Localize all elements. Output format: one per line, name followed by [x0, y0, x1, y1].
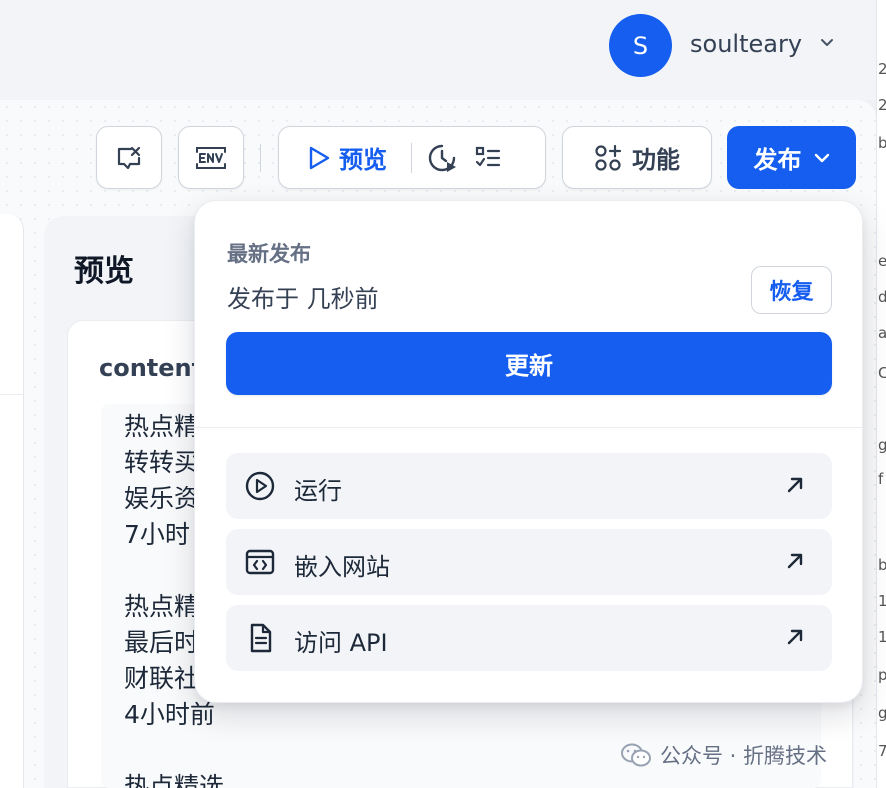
left-panel — [0, 214, 24, 788]
edge-char: p — [878, 666, 886, 684]
features-label: 功能 — [632, 146, 680, 174]
publish-button[interactable]: 发布 — [727, 126, 856, 189]
publish-dropdown: 最新发布 发布于 几秒前 恢复 更新 运行 嵌入网站 访问 API — [194, 200, 863, 703]
edge-char: e — [878, 252, 886, 270]
content-label: content — [99, 354, 204, 382]
features-button[interactable]: 功能 — [562, 126, 712, 189]
play-icon[interactable] — [307, 145, 331, 171]
edge-char: 2 — [878, 96, 886, 114]
preview-button-group: 预览 — [278, 126, 546, 189]
edge-char: 1 — [878, 592, 886, 610]
watermark: 公众号 · 折腾技术 — [620, 740, 827, 770]
restore-button[interactable]: 恢复 — [751, 266, 832, 314]
divider — [195, 427, 862, 428]
document-icon — [250, 623, 272, 653]
preview-panel-title: 预览 — [74, 254, 134, 289]
latest-publish-heading: 最新发布 — [227, 242, 311, 266]
chevron-down-icon — [814, 153, 829, 162]
content-line: 热点精 — [124, 412, 200, 441]
edge-char: 1 — [878, 628, 886, 646]
content-line: 热点精选 — [124, 772, 225, 788]
edge-char: 7 — [878, 742, 886, 760]
edge-char: b — [878, 556, 886, 574]
wechat-icon — [621, 743, 651, 767]
update-button[interactable]: 更新 — [226, 332, 832, 395]
edge-char: g — [878, 436, 886, 454]
play-circle-icon — [245, 471, 275, 501]
content-line: 最后时 — [124, 628, 200, 657]
username[interactable]: soulteary — [690, 30, 802, 58]
divider — [0, 394, 24, 395]
history-run-icon[interactable] — [426, 142, 458, 174]
variable-inspect-button[interactable] — [96, 126, 162, 189]
edge-char: C — [878, 364, 886, 382]
edge-char: g — [878, 704, 886, 722]
content-line: 7小时 — [124, 520, 190, 549]
run-app-label: 运行 — [294, 477, 342, 505]
features-grid-icon — [595, 144, 622, 171]
checklist-icon[interactable] — [474, 144, 502, 172]
embed-site-item[interactable]: 嵌入网站 — [226, 529, 832, 595]
content-line: 转转买 — [124, 448, 200, 477]
external-arrow-icon — [787, 629, 803, 645]
content-line: 财联社 — [124, 664, 200, 693]
chat-variable-icon — [117, 146, 141, 169]
right-edge-panel: 2 2 b e d a C g f b 1 1 p g 7 — [876, 0, 886, 788]
edge-char: d — [878, 288, 886, 306]
embed-icon — [245, 549, 275, 575]
toolbar-divider — [260, 144, 261, 172]
preview-button[interactable]: 预览 — [339, 140, 387, 175]
edge-char: 2 — [878, 60, 886, 78]
avatar[interactable]: S — [609, 14, 672, 77]
content-line: 热点精 — [124, 592, 200, 621]
publish-label: 发布 — [753, 146, 802, 174]
run-app-item[interactable]: 运行 — [226, 453, 832, 519]
external-arrow-icon — [787, 477, 803, 493]
group-divider — [411, 142, 412, 173]
external-arrow-icon — [787, 553, 803, 569]
env-button[interactable] — [178, 126, 244, 189]
embed-site-label: 嵌入网站 — [294, 553, 390, 581]
edge-char: a — [878, 324, 886, 342]
access-api-item[interactable]: 访问 API — [226, 605, 832, 671]
publish-time: 发布于 几秒前 — [227, 285, 379, 313]
watermark-text: 公众号 · 折腾技术 — [660, 744, 828, 768]
env-icon — [196, 146, 226, 169]
edge-char: b — [878, 134, 886, 152]
content-line: 4小时前 — [124, 700, 215, 729]
content-line: 娱乐资 — [124, 484, 200, 513]
access-api-label: 访问 API — [294, 629, 388, 657]
edge-char: f — [878, 470, 884, 488]
chevron-down-icon[interactable] — [820, 38, 834, 48]
